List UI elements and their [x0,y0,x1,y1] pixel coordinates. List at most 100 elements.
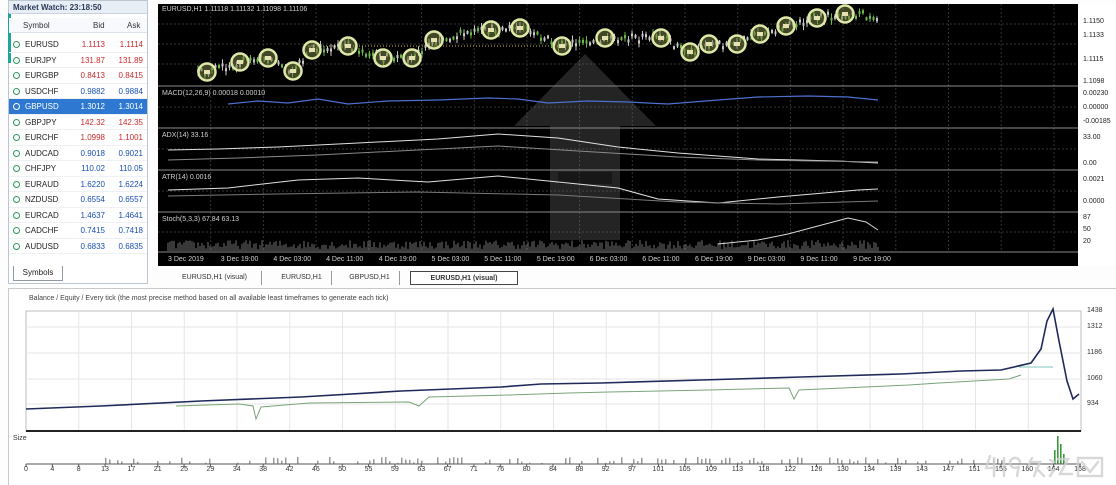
x-axis-label: 130 [837,466,849,473]
size-bar [449,458,451,464]
chart-tab[interactable]: EURUSD,H1 (visual) [168,271,262,285]
bid-price: 0.6554 [80,195,105,204]
stoch-line [717,217,879,245]
trade-marker-core [380,56,386,60]
market-watch-row[interactable]: EURAUD 1.6220 1.6224 [9,177,147,192]
y-axis-label: 1060 [1087,375,1103,382]
indicator-label: Stoch(5,3,3) 67.84 63.13 [162,216,240,223]
symbol-name: NZDUSD [25,195,59,204]
x-axis-label: 80 [522,466,531,473]
column-header-ask[interactable]: Ask [127,18,140,33]
candle-body [725,42,728,46]
candle-body [253,59,255,63]
ask-price: 1.4641 [118,210,143,220]
market-watch-row[interactable]: AUDCAD 0.9018 0.9021 [9,146,147,161]
size-bar [621,457,623,464]
market-watch-row[interactable]: GBPUSD 1.3012 1.3014 [9,99,147,115]
market-watch-row[interactable]: GBPJPY 142.32 142.35 [9,115,147,130]
candle-body [774,31,777,35]
symbol-name: GBPUSD [25,102,59,111]
size-bar [381,457,383,464]
size-bar [569,457,571,464]
x-axis-label: 21 [153,466,162,473]
size-bar [297,457,299,464]
bid-price: 1.4637 [80,210,105,220]
chart-tab[interactable]: EURUSD,H1 [272,271,332,285]
trade-marker-core [814,16,820,20]
candle-body [575,43,577,47]
time-axis-label: 4 Dec 11:00 [326,256,364,263]
candle-body [330,48,332,52]
size-bar [789,459,791,464]
symbol-name: EURJPY [25,55,57,65]
market-watch-row[interactable]: EURJPY 131.87 131.89 [9,53,147,68]
size-bar [857,460,859,464]
size-bar [721,459,723,464]
candle-body [746,37,749,41]
symbol-name: EURUSD [25,40,59,49]
bid-price: 0.9018 [80,148,105,158]
chart-tab[interactable]: GBPUSD,H1 [340,271,400,285]
market-watch-row[interactable]: EURGBP 0.8413 0.8415 [9,68,147,84]
time-axis-label: 6 Dec 11:00 [642,256,680,263]
market-watch-row[interactable]: EURCHF 1.0998 1.1001 [9,130,147,146]
market-watch-row[interactable]: EURUSD 1.1113 1.1114 [9,37,147,53]
market-watch-row[interactable]: AUDUSD 0.6833 0.6835 [9,239,147,254]
size-bar [285,457,287,464]
size-bar [417,458,419,464]
candle-body [589,42,591,46]
symbol-icon [13,242,20,250]
watermark-arrow-bar [558,172,612,184]
time-axis-label: 9 Dec 19:00 [853,256,891,263]
symbol-icon [13,165,20,172]
candle-body [648,37,651,41]
y-axis-label: 1438 [1087,307,1103,314]
market-watch-row[interactable]: CHFJPY 110.02 110.05 [9,161,147,177]
price-chart[interactable]: EURUSD,H1 1.11118 1.11132 1.11098 1.1110… [158,4,1078,266]
candle-body [540,37,542,41]
tab-symbols[interactable]: Symbols [13,266,63,281]
symbol-icon [13,118,20,126]
size-bar [181,457,183,464]
column-header-symbol[interactable]: Symbol [23,18,50,33]
x-axis-label: 92 [601,466,610,473]
symbol-icon [13,87,20,95]
size-bar [697,457,699,464]
candle-body [421,51,423,55]
candle-body [470,32,472,36]
x-axis-label: 34 [232,466,241,473]
trade-marker-core [345,44,351,48]
column-header-bid[interactable]: Bid [93,18,105,33]
time-axis-label: 4 Dec 19:00 [378,256,417,263]
market-watch-row[interactable]: NZDUSD 0.6554 0.6557 [9,192,147,208]
size-bar [405,459,407,464]
candle-body [617,40,619,44]
indicator-label: MACD(12,26,9) 0.00018 0.00010 [162,90,266,97]
size-bar [753,457,755,464]
time-axis-label: 5 Dec 03:00 [431,256,470,263]
chart-tab[interactable]: EURUSD,H1 (visual) [410,271,518,285]
market-watch-row[interactable]: EURCAD 1.4637 1.4641 [9,208,147,223]
symbol-name: EURAUD [25,179,59,189]
size-bar [489,459,491,464]
size-bar [905,459,907,464]
size-bar [105,457,107,464]
candle-body [323,49,325,53]
size-bar [509,459,511,464]
candle-body [400,54,402,58]
x-axis-label: 143 [916,466,928,473]
candle-body [858,11,861,15]
trade-marker-core [237,60,243,64]
bid-price: 1.6220 [80,179,105,189]
candle-body [830,17,833,21]
x-axis-label: 134 [863,466,876,473]
candle-body [256,58,259,62]
trade-marker-core [559,44,565,48]
x-axis-label: 55 [364,466,373,473]
market-watch-header: Symbol Bid Ask [9,18,147,33]
size-bar [117,460,119,464]
market-watch-row[interactable]: CADCHF 0.7415 0.7418 [9,223,147,239]
size-bar [265,457,267,464]
market-watch-row[interactable]: USDCHF 0.9882 0.9884 [9,84,147,99]
x-axis-label: 0 [24,466,28,473]
